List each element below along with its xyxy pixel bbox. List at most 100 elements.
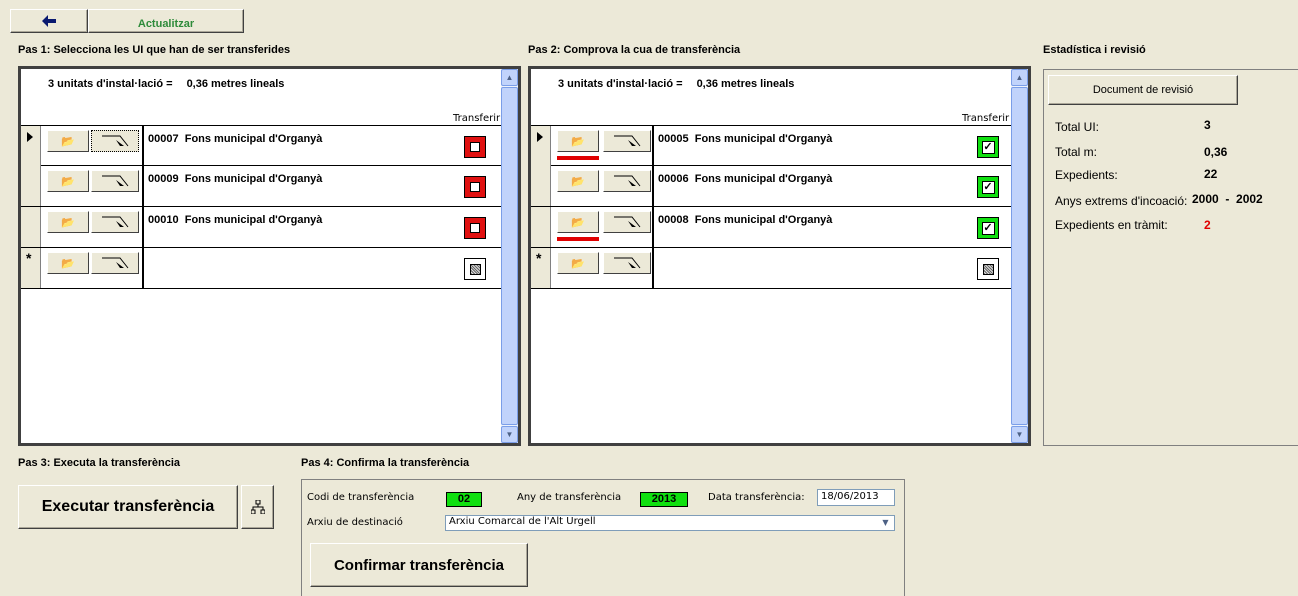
edit-record-button[interactable] (91, 170, 139, 192)
data-label: Data transferència: (708, 492, 805, 503)
data-field[interactable]: 18/06/2013 (817, 489, 895, 506)
open-folder-button[interactable]: 📂 (47, 211, 89, 233)
row-label: 00008 Fons municipal d'Organyà (658, 214, 833, 226)
arxiu-select[interactable]: Arxiu Comarcal de l'Alt Urgell ▼ (445, 515, 895, 531)
vertical-scrollbar[interactable]: ▲ ▼ (501, 69, 518, 443)
total-m-value: 0,36 (1204, 145, 1228, 159)
table-row[interactable]: 📂 00007 Fons municipal d'Organyà (21, 125, 501, 166)
codi-field[interactable]: 02 (446, 492, 482, 507)
scroll-down-icon[interactable]: ▼ (1011, 426, 1028, 443)
vertical-scrollbar[interactable]: ▲ ▼ (1011, 69, 1028, 443)
transfer-checkbox[interactable] (977, 258, 999, 280)
pen-icon (614, 135, 641, 147)
step1-subform: 3 unitats d'instal·lació = 0,36 metres li… (18, 66, 521, 446)
transfer-checkbox[interactable]: ✓ (977, 176, 999, 198)
transfer-checkbox[interactable] (464, 136, 486, 158)
pen-icon (102, 135, 129, 147)
execute-button-label: Executar transferència (41, 498, 215, 515)
step2-title: Pas 2: Comprova la cua de transferència (528, 44, 741, 56)
summary-units: 3 unitats d'instal·lació = (558, 78, 683, 90)
edit-record-button[interactable] (603, 252, 651, 274)
record-selector[interactable] (531, 207, 551, 247)
scroll-thumb[interactable] (501, 87, 518, 425)
hierarchy-button[interactable] (241, 485, 274, 529)
edit-record-button[interactable] (91, 252, 139, 274)
new-record-row[interactable]: * 📂 (531, 248, 1011, 289)
new-record-row[interactable]: * 📂 (21, 248, 501, 289)
transfer-checkbox[interactable]: ✓ (977, 217, 999, 239)
edit-record-button[interactable] (91, 211, 139, 233)
stats-panel: Document de revisió Total UI: 3 Total m:… (1043, 69, 1298, 446)
transfer-checkbox[interactable] (464, 258, 486, 280)
edit-record-button[interactable] (91, 130, 139, 152)
open-folder-icon: 📂 (571, 135, 585, 148)
arxiu-select-value: Arxiu Comarcal de l'Alt Urgell (449, 516, 596, 527)
open-folder-button[interactable]: 📂 (47, 170, 89, 192)
confirm-box: Codi de transferència 02 Any de transfer… (301, 479, 905, 596)
transfer-checkbox[interactable] (464, 217, 486, 239)
open-folder-icon: 📂 (61, 175, 75, 188)
any-field[interactable]: 2013 (640, 492, 688, 507)
row-label: 00009 Fons municipal d'Organyà (148, 173, 323, 185)
summary-meters: 0,36 metres lineals (186, 78, 285, 90)
table-row[interactable]: 📂 00005 Fons municipal d'Organyà ✓ (531, 125, 1011, 166)
record-selector[interactable]: * (531, 248, 551, 288)
scroll-up-icon[interactable]: ▲ (1011, 69, 1028, 86)
has-documents-marker (557, 237, 599, 241)
edit-record-button[interactable] (603, 170, 651, 192)
tramit-value: 2 (1204, 218, 1211, 232)
review-button-label: Document de revisió (1092, 84, 1194, 96)
has-documents-marker (557, 156, 599, 160)
pen-icon (102, 216, 129, 228)
table-row[interactable]: 📂 00009 Fons municipal d'Organyà (21, 166, 501, 207)
codi-label: Codi de transferència (307, 492, 415, 503)
review-document-button[interactable]: Document de revisió (1048, 75, 1238, 105)
transfer-checkbox[interactable] (464, 176, 486, 198)
refresh-button[interactable]: Actualitzar (88, 9, 244, 33)
hierarchy-icon (250, 500, 265, 514)
open-folder-button[interactable]: 📂 (47, 252, 89, 274)
tramit-label: Expedients en tràmit: (1055, 218, 1168, 232)
record-selector[interactable]: * (21, 248, 41, 288)
record-selector[interactable] (531, 166, 551, 206)
chevron-down-icon[interactable]: ▼ (879, 517, 892, 529)
row-label: 00006 Fons municipal d'Organyà (658, 173, 833, 185)
open-folder-button[interactable]: 📂 (557, 252, 599, 274)
edit-record-button[interactable] (603, 130, 651, 152)
execute-transfer-button[interactable]: Executar transferència (18, 485, 238, 529)
table-row[interactable]: 📂 00010 Fons municipal d'Organyà (21, 207, 501, 248)
total-m-label: Total m: (1055, 145, 1098, 159)
row-label: 00010 Fons municipal d'Organyà (148, 214, 323, 226)
pen-icon (102, 257, 129, 269)
back-button[interactable] (10, 9, 88, 33)
stats-title: Estadística i revisió (1043, 44, 1146, 56)
step1-summary: 3 unitats d'instal·lació = 0,36 metres li… (48, 78, 284, 90)
step2-subform: 3 unitats d'instal·lació = 0,36 metres li… (528, 66, 1031, 446)
open-folder-button[interactable]: 📂 (557, 170, 599, 192)
confirm-transfer-button[interactable]: Confirmar transferència (310, 543, 528, 587)
record-selector[interactable] (21, 126, 41, 166)
column-header-transferir: Transferir (962, 113, 1010, 124)
scroll-up-icon[interactable]: ▲ (501, 69, 518, 86)
table-row[interactable]: 📂 00008 Fons municipal d'Organyà ✓ (531, 207, 1011, 248)
open-folder-button[interactable]: 📂 (47, 130, 89, 152)
any-label: Any de transferència (517, 492, 622, 503)
scroll-thumb[interactable] (1011, 87, 1028, 425)
open-folder-button[interactable]: 📂 (557, 211, 599, 233)
step1-title: Pas 1: Selecciona les UI que han de ser … (18, 44, 291, 56)
anys-label: Anys extrems d'incoació: (1055, 194, 1188, 208)
transfer-checkbox[interactable]: ✓ (977, 136, 999, 158)
open-folder-button[interactable]: 📂 (557, 130, 599, 152)
table-row[interactable]: 📂 00006 Fons municipal d'Organyà ✓ (531, 166, 1011, 207)
record-selector[interactable] (21, 207, 41, 247)
record-selector[interactable] (531, 126, 551, 166)
current-record-icon (537, 132, 543, 142)
scroll-down-icon[interactable]: ▼ (501, 426, 518, 443)
record-selector[interactable] (21, 166, 41, 206)
anys-value: 2000 - 2002 (1192, 192, 1263, 206)
edit-record-button[interactable] (603, 211, 651, 233)
open-folder-icon: 📂 (61, 257, 75, 270)
total-ui-label: Total UI: (1055, 120, 1100, 134)
step3-title: Pas 3: Executa la transferència (18, 457, 181, 469)
open-folder-icon: 📂 (571, 175, 585, 188)
